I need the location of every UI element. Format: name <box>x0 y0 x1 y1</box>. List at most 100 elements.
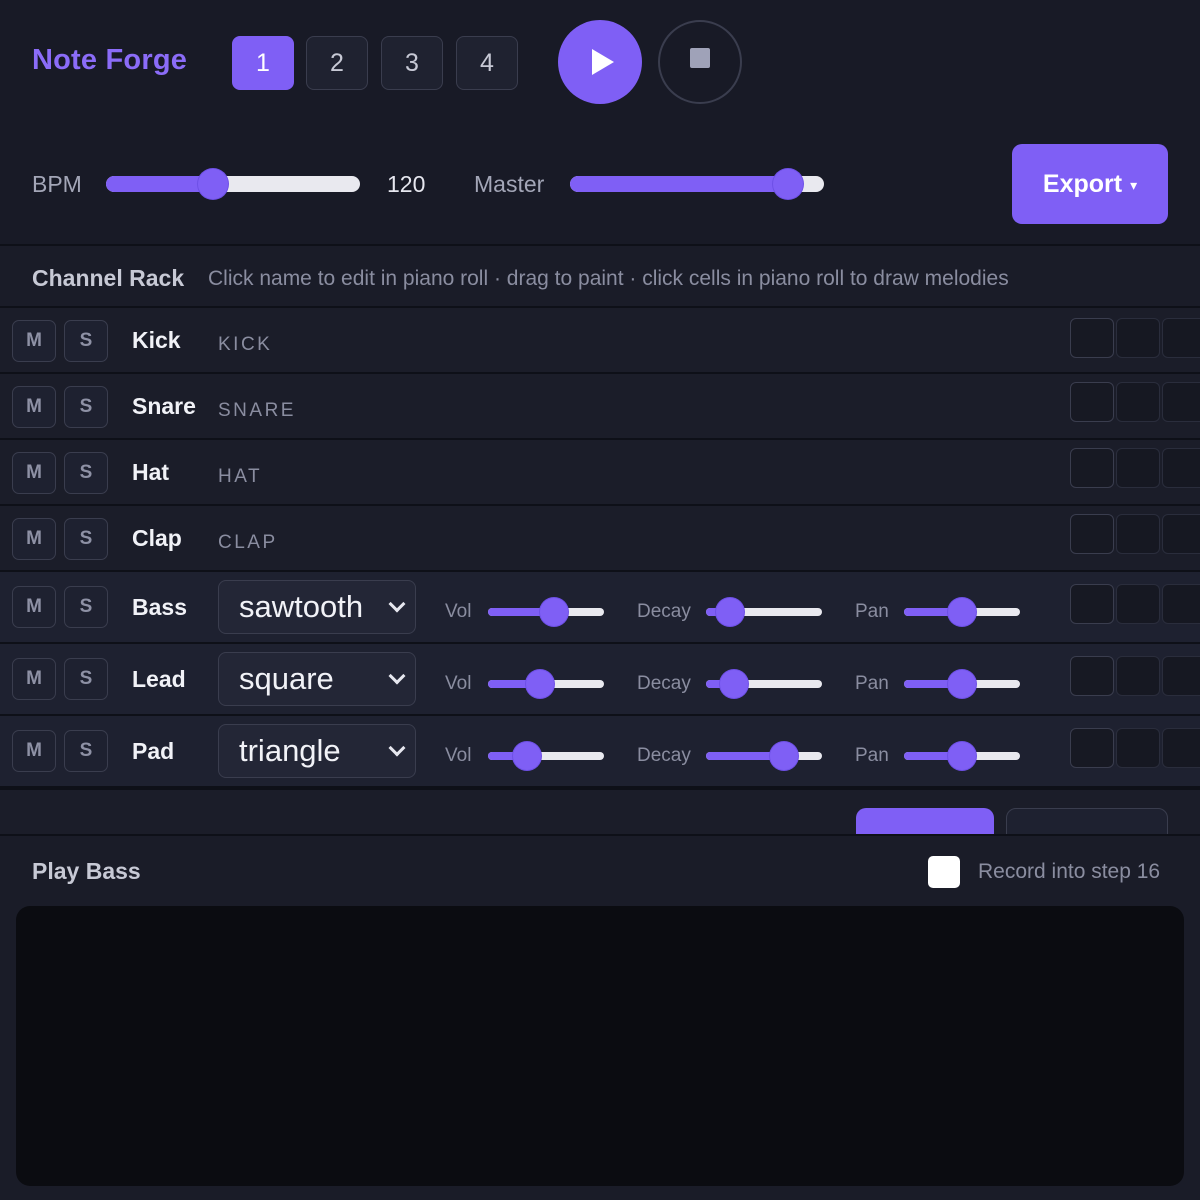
play-button[interactable] <box>558 20 642 104</box>
step-cell[interactable] <box>1116 382 1160 422</box>
pan-slider-thumb[interactable] <box>948 742 976 770</box>
step-cell[interactable] <box>1070 448 1114 488</box>
vol-slider[interactable] <box>488 670 604 698</box>
vol-slider[interactable] <box>488 598 604 626</box>
decay-slider[interactable] <box>706 598 822 626</box>
channel-rack-title: Channel Rack <box>32 265 185 291</box>
solo-button[interactable]: S <box>64 658 108 700</box>
solo-button[interactable]: S <box>64 320 108 362</box>
step-cell[interactable] <box>1162 728 1200 768</box>
keyboard-area[interactable] <box>16 906 1184 1186</box>
solo-button[interactable]: S <box>64 518 108 560</box>
pan-label: Pan <box>855 673 889 694</box>
pan-slider-thumb[interactable] <box>948 670 976 698</box>
channel-name[interactable]: Snare <box>132 393 196 420</box>
waveform-value: square <box>239 661 334 696</box>
solo-button[interactable]: S <box>64 586 108 628</box>
step-cell[interactable] <box>1070 656 1114 696</box>
pan-slider[interactable] <box>904 598 1020 626</box>
decay-label: Decay <box>637 601 691 622</box>
waveform-select[interactable]: sawtooth <box>218 580 416 634</box>
vol-slider-thumb[interactable] <box>513 742 542 770</box>
decay-slider-thumb[interactable] <box>769 742 798 770</box>
mute-button[interactable]: M <box>12 320 56 362</box>
solo-button[interactable]: S <box>64 452 108 494</box>
step-cell[interactable] <box>1116 448 1160 488</box>
pattern-button-2[interactable]: 2 <box>306 36 368 90</box>
waveform-select[interactable]: triangle <box>218 724 416 778</box>
channel-tag: KICK <box>218 334 273 355</box>
mute-button[interactable]: M <box>12 586 56 628</box>
pattern-button-3[interactable]: 3 <box>381 36 443 90</box>
channel-name[interactable]: Clap <box>132 525 182 552</box>
pattern-button-1[interactable]: 1 <box>232 36 294 90</box>
step-cell[interactable] <box>1116 514 1160 554</box>
master-volume-slider[interactable] <box>570 169 824 199</box>
mute-button[interactable]: M <box>12 730 56 772</box>
step-cell[interactable] <box>1070 584 1114 624</box>
channel-name[interactable]: Hat <box>132 459 169 486</box>
pan-slider-thumb[interactable] <box>948 598 976 626</box>
channel-name[interactable]: Kick <box>132 327 181 354</box>
solo-button[interactable]: S <box>64 386 108 428</box>
step-cell[interactable] <box>1162 448 1200 488</box>
record-label: Record into step 16 <box>978 860 1161 883</box>
decay-slider-thumb[interactable] <box>719 670 748 698</box>
decay-label: Decay <box>637 673 691 694</box>
export-button[interactable]: Export ▾ <box>1012 144 1168 224</box>
channel-row-lead: M S Lead square Vol Decay Pan <box>0 644 1200 716</box>
decay-slider[interactable] <box>706 670 822 698</box>
decay-slider[interactable] <box>706 742 822 770</box>
step-cell[interactable] <box>1162 318 1200 358</box>
channel-row-kick: M S Kick KICK <box>0 308 1200 374</box>
bpm-slider-track <box>106 176 360 192</box>
vol-label: Vol <box>445 673 472 694</box>
channel-rack-header: Channel Rack Click name to edit in piano… <box>0 244 1200 308</box>
decay-label: Decay <box>637 745 691 766</box>
step-cell[interactable] <box>1162 656 1200 696</box>
pan-slider[interactable] <box>904 670 1020 698</box>
pattern-button-4[interactable]: 4 <box>456 36 518 90</box>
vol-slider-thumb[interactable] <box>540 598 569 626</box>
mute-button[interactable]: M <box>12 452 56 494</box>
step-cell[interactable] <box>1070 728 1114 768</box>
step-cell[interactable] <box>1162 382 1200 422</box>
piano-roll-secondary-button[interactable] <box>1006 808 1168 836</box>
piano-roll-mode-button[interactable] <box>856 808 994 836</box>
solo-button[interactable]: S <box>64 730 108 772</box>
stop-button[interactable] <box>658 20 742 104</box>
pan-slider[interactable] <box>904 742 1020 770</box>
play-panel: Play Bass Record into step 16 <box>0 834 1200 1200</box>
waveform-select[interactable]: square <box>218 652 416 706</box>
step-cell[interactable] <box>1162 584 1200 624</box>
step-cell[interactable] <box>1116 656 1160 696</box>
mute-button[interactable]: M <box>12 518 56 560</box>
decay-slider-thumb[interactable] <box>716 598 745 626</box>
step-cell[interactable] <box>1116 728 1160 768</box>
waveform-value: triangle <box>239 733 341 768</box>
channel-name[interactable]: Pad <box>132 738 174 765</box>
stop-icon <box>690 48 710 68</box>
vol-slider[interactable] <box>488 742 604 770</box>
master-slider-thumb[interactable] <box>773 169 804 199</box>
bpm-slider-thumb[interactable] <box>197 169 228 199</box>
bpm-slider[interactable] <box>106 169 360 199</box>
step-cell[interactable] <box>1070 514 1114 554</box>
step-cell[interactable] <box>1116 318 1160 358</box>
export-label: Export <box>1042 169 1123 198</box>
channel-row-pad: M S Pad triangle Vol Decay Pan <box>0 716 1200 788</box>
channel-row-bass: M S Bass sawtooth Vol Decay Pan <box>0 572 1200 644</box>
vol-slider-thumb[interactable] <box>526 670 555 698</box>
step-cell[interactable] <box>1070 382 1114 422</box>
channel-tag: CLAP <box>218 532 278 553</box>
channel-name[interactable]: Lead <box>132 666 186 693</box>
top-bar: Note Forge 1 2 3 4 BPM 120 Master Export… <box>0 0 1200 224</box>
channel-name[interactable]: Bass <box>132 594 187 621</box>
step-cell[interactable] <box>1116 584 1160 624</box>
play-panel-title: Play Bass <box>32 858 141 884</box>
mute-button[interactable]: M <box>12 386 56 428</box>
mute-button[interactable]: M <box>12 658 56 700</box>
step-cell[interactable] <box>1162 514 1200 554</box>
step-cell[interactable] <box>1070 318 1114 358</box>
record-checkbox[interactable] <box>928 856 960 888</box>
